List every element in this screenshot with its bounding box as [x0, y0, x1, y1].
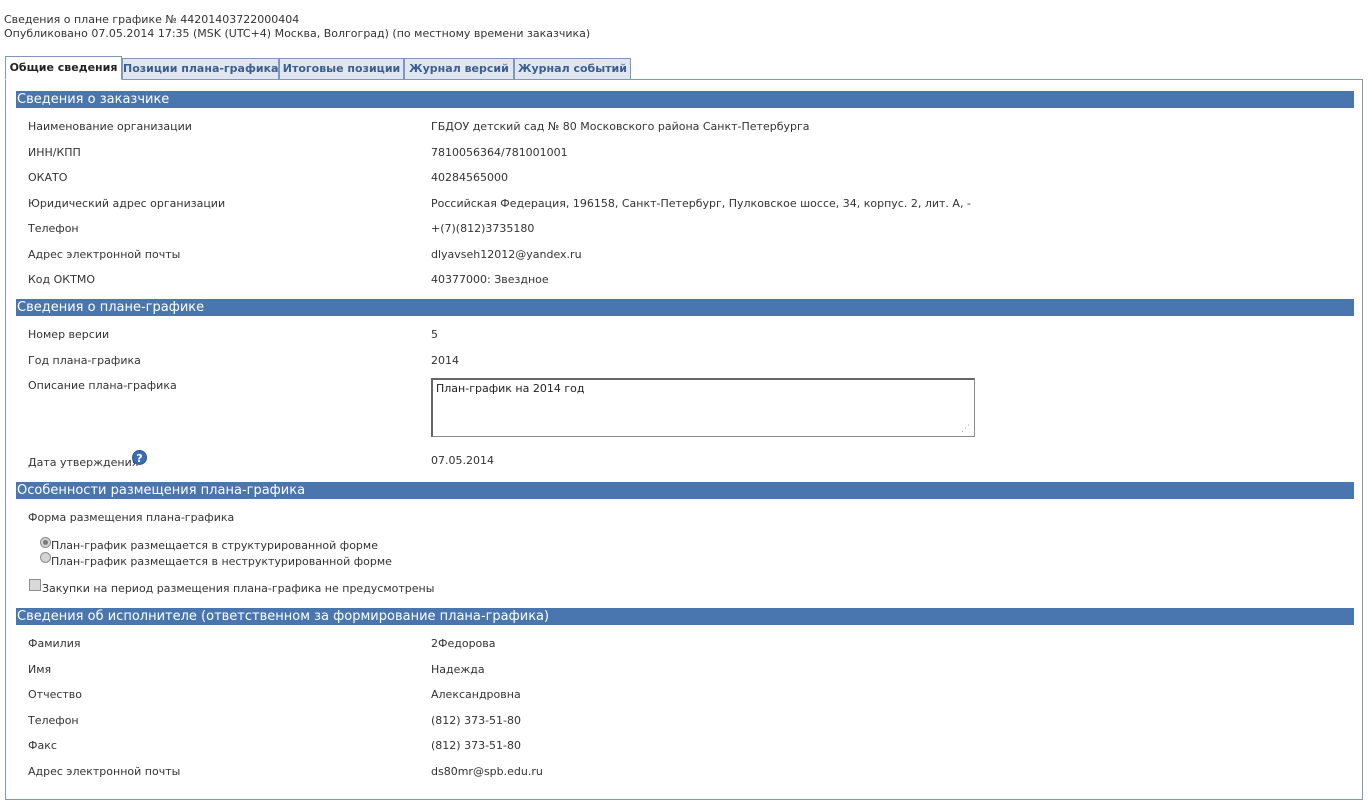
page-title: Сведения о плане графике № 4420140372200…: [4, 13, 300, 26]
approval-date-label: Дата утверждения: [28, 456, 139, 469]
help-icon[interactable]: ?: [132, 450, 147, 465]
executor-email-value: ds80mr@spb.edu.ru: [431, 765, 543, 778]
tab-event-log[interactable]: Журнал событий: [514, 58, 631, 79]
no-purchases-label: Закупки на период размещения плана-графи…: [42, 582, 435, 595]
section-placement-header: Особенности размещения плана-графика: [16, 482, 1354, 499]
radio-unstructured-label: План-график размещается в неструктуриров…: [51, 555, 392, 568]
customer-email-value: dlyavseh12012@yandex.ru: [431, 248, 582, 261]
customer-phone-value: +(7)(812)3735180: [431, 222, 535, 235]
section-plan-header: Сведения о плане-графике: [16, 299, 1354, 316]
tab-plan-positions[interactable]: Позиции плана-графика: [122, 58, 279, 79]
executor-phone-label: Телефон: [28, 714, 79, 727]
radio-structured-label: План-график размещается в структурирован…: [51, 539, 378, 552]
no-purchases-checkbox[interactable]: [29, 579, 41, 591]
oktmo-label: Код ОКТМО: [28, 273, 95, 286]
publish-info: Опубликовано 07.05.2014 17:35 (MSK (UTC+…: [4, 27, 591, 40]
customer-email-label: Адрес электронной почты: [28, 248, 181, 261]
patronymic-label: Отчество: [28, 688, 83, 701]
approval-date-value: 07.05.2014: [431, 454, 494, 467]
tab-general[interactable]: Общие сведения: [5, 56, 122, 80]
plan-description-label: Описание плана-графика: [28, 379, 177, 392]
okato-value: 40284565000: [431, 171, 508, 184]
radio-unstructured[interactable]: [40, 552, 51, 563]
executor-phone-value: (812) 373-51-80: [431, 714, 522, 727]
legal-address-value: Российская Федерация, 196158, Санкт-Пете…: [431, 197, 971, 210]
page-header: Сведения о плане графике № 4420140372200…: [4, 13, 590, 41]
plan-year-label: Год плана-графика: [28, 354, 141, 367]
plan-year-value: 2014: [431, 354, 459, 367]
content-panel: Сведения о заказчике Наименование органи…: [5, 79, 1363, 800]
patronymic-value: Александровна: [431, 688, 521, 701]
oktmo-value: 40377000: Звездное: [431, 273, 549, 286]
okato-label: ОКАТО: [28, 171, 68, 184]
version-label: Номер версии: [28, 328, 110, 341]
first-name-value: Надежда: [431, 663, 485, 676]
legal-address-label: Юридический адрес организации: [28, 197, 226, 210]
surname-label: Фамилия: [28, 637, 81, 650]
org-name-label: Наименование организации: [28, 120, 192, 133]
tab-total-positions[interactable]: Итоговые позиции: [279, 58, 404, 79]
inn-kpp-label: ИНН/КПП: [28, 146, 81, 159]
customer-phone-label: Телефон: [28, 222, 79, 235]
surname-value: 2Федорова: [431, 637, 496, 650]
inn-kpp-value: 7810056364/781001001: [431, 146, 568, 159]
placement-form-label: Форма размещения плана-графика: [28, 511, 235, 524]
plan-description-textarea[interactable]: План-график на 2014 год: [431, 378, 975, 437]
tab-version-log[interactable]: Журнал версий: [404, 58, 514, 79]
org-name-value: ГБДОУ детский сад № 80 Московского район…: [431, 120, 810, 133]
executor-fax-value: (812) 373-51-80: [431, 739, 522, 752]
resize-grip-icon[interactable]: ⋰: [961, 424, 973, 435]
executor-fax-label: Факс: [28, 739, 57, 752]
first-name-label: Имя: [28, 663, 52, 676]
radio-structured[interactable]: [40, 537, 51, 548]
executor-email-label: Адрес электронной почты: [28, 765, 181, 778]
version-value: 5: [431, 328, 438, 341]
section-customer-header: Сведения о заказчике: [16, 91, 1354, 108]
section-executor-header: Сведения об исполнителе (ответственном з…: [16, 608, 1354, 625]
